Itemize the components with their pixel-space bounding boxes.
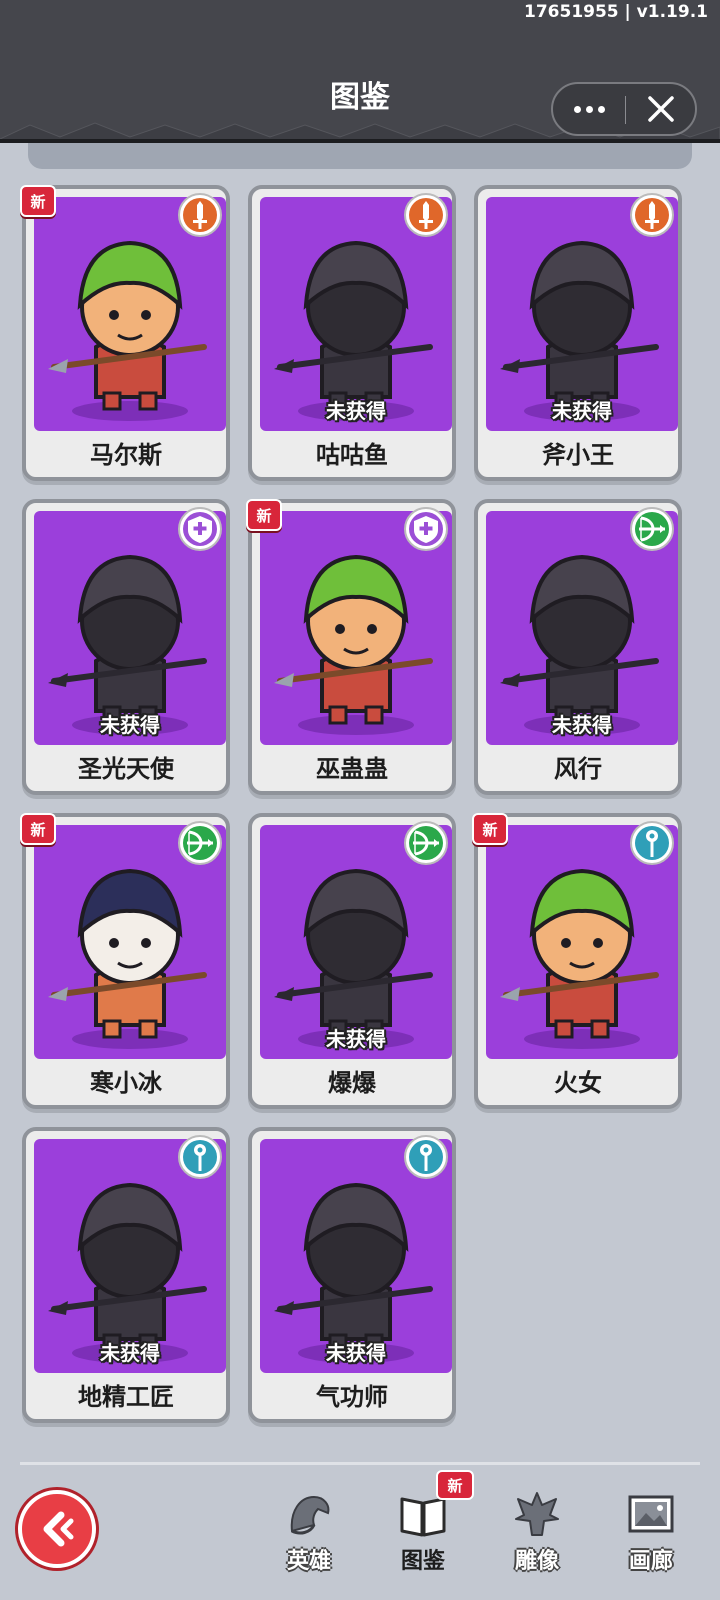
hero-card[interactable]: 未获得地精工匠 bbox=[22, 1127, 230, 1423]
hero-class-badge bbox=[630, 821, 674, 865]
nav-new-badge: 新 bbox=[436, 1470, 474, 1500]
bow-icon bbox=[183, 826, 217, 860]
nav-item-gallery[interactable]: 画廊 bbox=[610, 1485, 692, 1585]
hero-class-badge bbox=[630, 507, 674, 551]
hero-name: 巫蛊蛊 bbox=[316, 755, 388, 783]
not-obtained-label: 未获得 bbox=[100, 1341, 160, 1365]
hero-class-badge bbox=[630, 193, 674, 237]
hero-class-badge bbox=[178, 193, 222, 237]
hero-class-badge bbox=[178, 1135, 222, 1179]
hero-name: 爆爆 bbox=[328, 1069, 376, 1097]
hero-card[interactable]: 未获得咕咕鱼 bbox=[248, 185, 456, 481]
hero-name: 风行 bbox=[554, 755, 602, 783]
gallery-icon bbox=[628, 1495, 674, 1533]
nav-label: 画廊 bbox=[628, 1549, 673, 1574]
back-button[interactable] bbox=[18, 1490, 96, 1568]
hero-card[interactable]: 新马尔斯 bbox=[20, 185, 230, 481]
hero-card[interactable]: 未获得 爆爆 bbox=[248, 813, 456, 1109]
bow-icon bbox=[635, 512, 669, 546]
sword-icon bbox=[409, 198, 443, 232]
hero-card[interactable]: 新火女 bbox=[472, 813, 682, 1109]
hero-class-badge bbox=[404, 1135, 448, 1179]
nav-item-statue[interactable]: 雕像 bbox=[496, 1485, 578, 1585]
staff-icon bbox=[635, 826, 669, 860]
hero-name: 圣光天使 bbox=[78, 755, 174, 783]
not-obtained-label: 未获得 bbox=[326, 399, 386, 423]
hero-name: 马尔斯 bbox=[90, 441, 162, 469]
statue-icon bbox=[515, 1492, 559, 1536]
not-obtained-label: 未获得 bbox=[552, 399, 612, 423]
not-obtained-label: 未获得 bbox=[552, 713, 612, 737]
hero-class-badge bbox=[404, 507, 448, 551]
nav-label: 图鉴 bbox=[400, 1549, 445, 1574]
hero-class-badge bbox=[404, 193, 448, 237]
staff-icon bbox=[183, 1140, 217, 1174]
nav-item-heroes[interactable]: 英雄 bbox=[268, 1485, 350, 1585]
not-obtained-label: 未获得 bbox=[100, 713, 160, 737]
hero-name: 地精工匠 bbox=[78, 1383, 174, 1411]
sword-icon bbox=[635, 198, 669, 232]
hero-card[interactable]: 未获得斧小王 bbox=[474, 185, 682, 481]
staff-icon bbox=[409, 1140, 443, 1174]
hero-collection-grid: 新马尔斯 未获得 咕咕鱼 未获得 斧小王 未获得 圣光天使 新 巫蛊蛊 未获得 … bbox=[0, 0, 720, 1460]
new-badge: 新 bbox=[20, 813, 56, 845]
hero-class-badge bbox=[404, 821, 448, 865]
sword-icon bbox=[183, 198, 217, 232]
hero-name: 火女 bbox=[554, 1069, 602, 1097]
hero-card[interactable]: 未获得气功师 bbox=[248, 1127, 456, 1423]
hero-card[interactable]: 未获得 风行 bbox=[474, 499, 682, 795]
hero-name: 咕咕鱼 bbox=[316, 441, 388, 469]
heal-shield-icon bbox=[409, 512, 443, 546]
new-badge: 新 bbox=[246, 499, 282, 531]
nav-label: 英雄 bbox=[286, 1549, 331, 1574]
not-obtained-label: 未获得 bbox=[326, 1341, 386, 1365]
back-arrow-icon bbox=[43, 1511, 74, 1547]
hero-name: 斧小王 bbox=[542, 441, 614, 469]
not-obtained-label: 未获得 bbox=[326, 1027, 386, 1051]
nav-label: 雕像 bbox=[514, 1549, 559, 1574]
hero-card[interactable]: 新巫蛊蛊 bbox=[246, 499, 456, 795]
bottom-divider bbox=[20, 1462, 700, 1465]
hero-class-badge bbox=[178, 821, 222, 865]
hero-name: 寒小冰 bbox=[90, 1069, 162, 1097]
hero-class-badge bbox=[178, 507, 222, 551]
hero-card[interactable]: 未获得圣光天使 bbox=[22, 499, 230, 795]
bow-icon bbox=[409, 826, 443, 860]
heal-shield-icon bbox=[183, 512, 217, 546]
hero-card[interactable]: 新寒小冰 bbox=[20, 813, 230, 1109]
hero-helmet-icon bbox=[290, 1495, 330, 1535]
hero-name: 气功师 bbox=[316, 1383, 388, 1411]
new-badge: 新 bbox=[20, 185, 56, 217]
new-badge: 新 bbox=[472, 813, 508, 845]
nav-item-codex[interactable]: 图鉴 bbox=[382, 1485, 464, 1585]
